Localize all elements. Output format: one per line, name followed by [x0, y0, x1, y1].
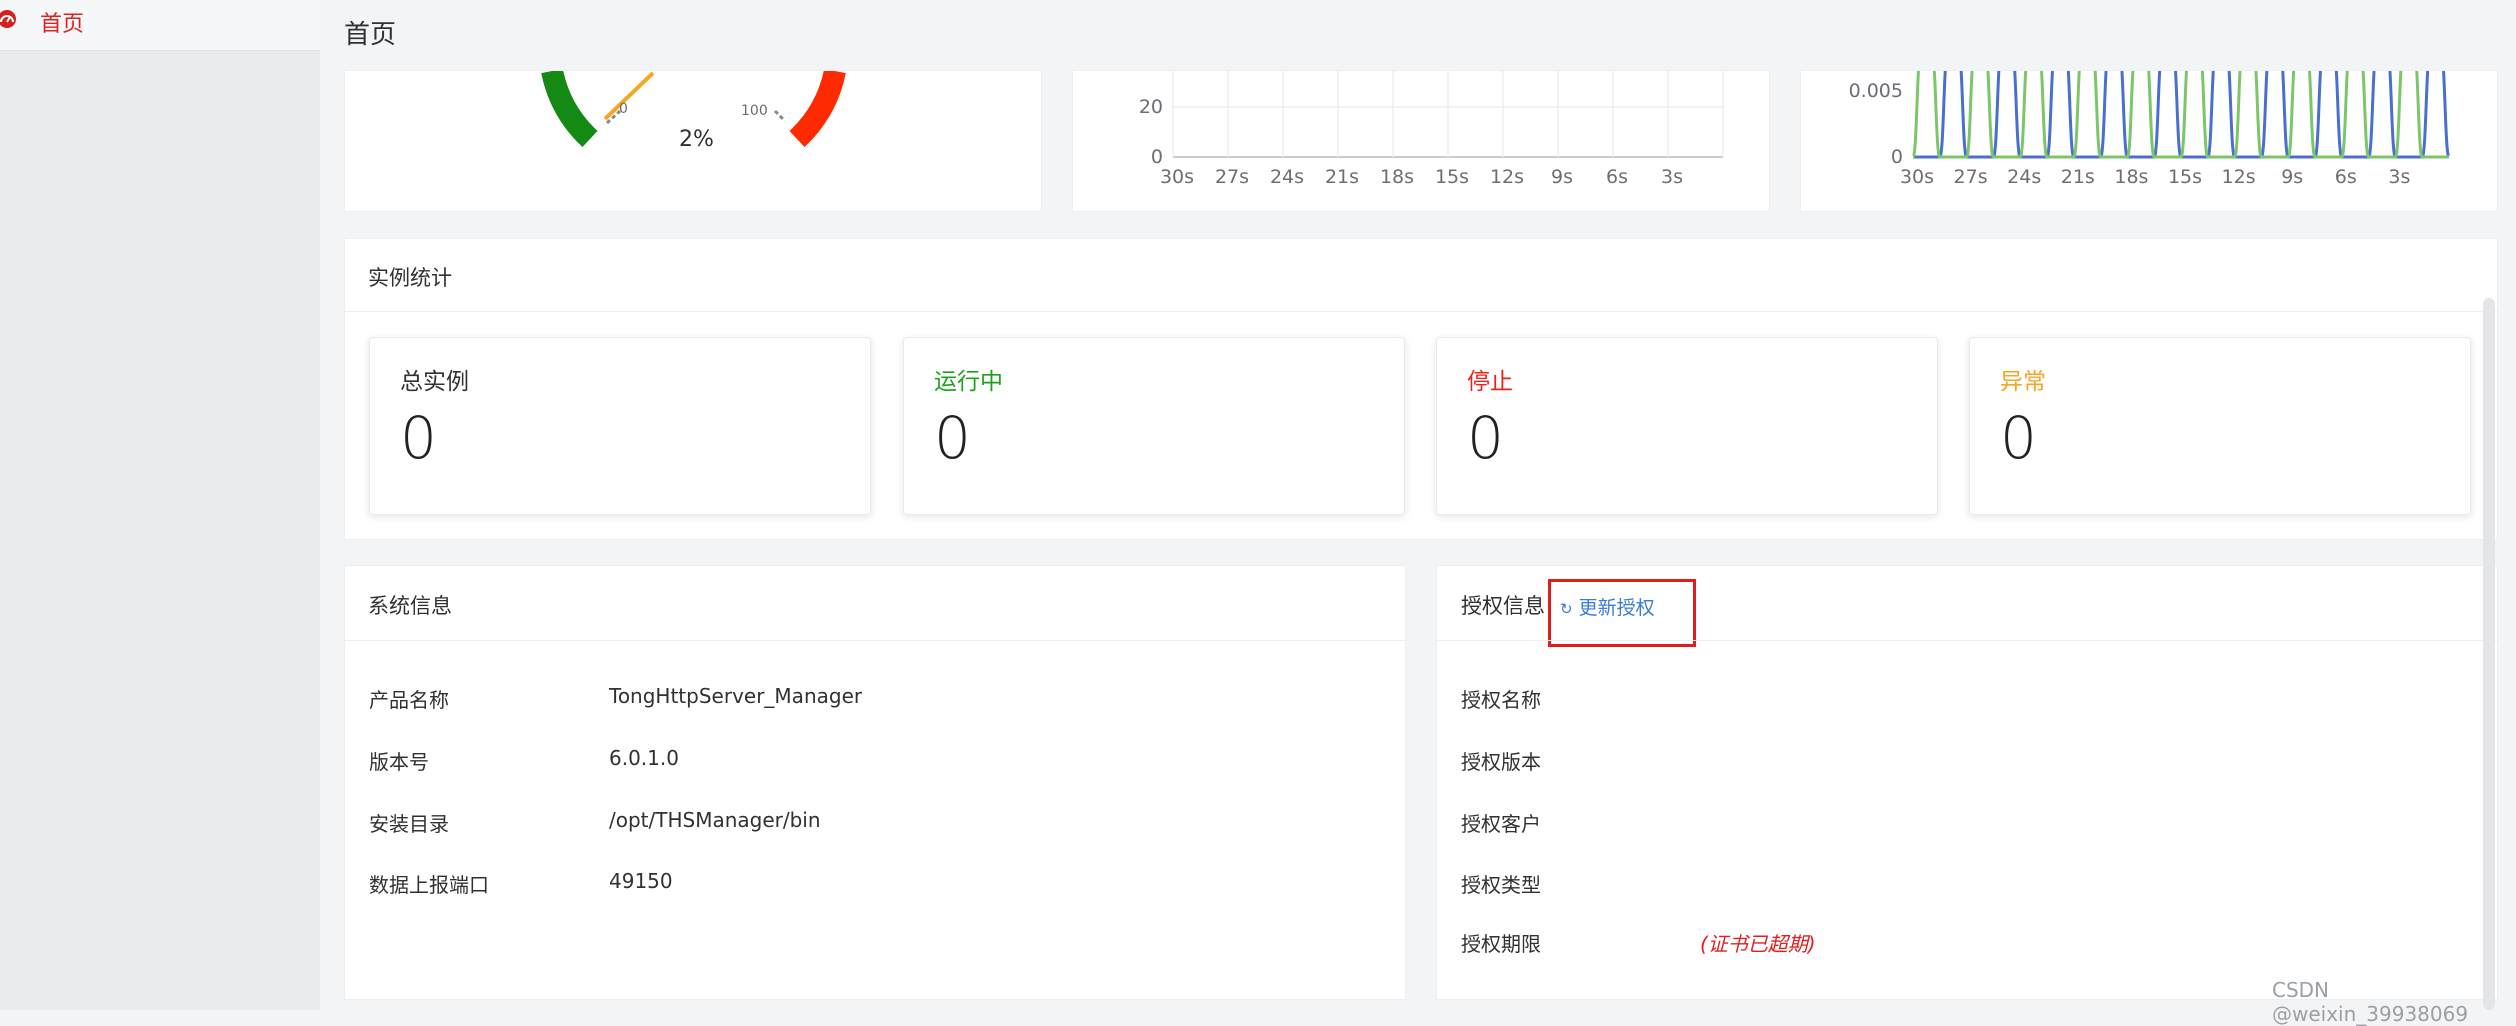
- info-value: 6.0.1.0: [609, 746, 679, 770]
- license-label: 授权客户: [1461, 812, 1541, 836]
- y-tick-label: 20: [1139, 96, 1163, 118]
- page-scrollbar[interactable]: [2483, 298, 2495, 1010]
- gauge-tick-max: [773, 109, 787, 123]
- divider: [1436, 640, 2498, 641]
- dashboard-icon: [0, 10, 16, 28]
- x-tick-label: 15s: [1435, 166, 1469, 188]
- stat-card-total[interactable]: 总实例 0: [369, 337, 871, 515]
- gauge-min-label: 0: [619, 101, 628, 117]
- license-label: 授权名称: [1461, 688, 1541, 712]
- license-label: 授权版本: [1461, 750, 1541, 774]
- x-tick-label: 30s: [1900, 166, 1934, 188]
- gauge-needle: [603, 71, 655, 121]
- x-tick-label: 3s: [2388, 166, 2410, 188]
- stat-value: 0: [934, 404, 971, 472]
- line-chart-1: 0 20 30s 27s 24s 21s 18s 15s 12s 9s 6s 3s: [1139, 71, 1724, 188]
- info-value: 49150: [609, 869, 673, 893]
- system-info-section: [344, 565, 1406, 1000]
- chart-card-2: 0 0.005 30s 27s 24s 21s 18s 15s 12s 9s 6s 3s: [1800, 70, 2498, 212]
- x-tick-label: 9s: [2281, 166, 2303, 188]
- annotation-highlight-box: [1548, 579, 1696, 647]
- stat-card-stopped[interactable]: 停止 0: [1436, 337, 1938, 515]
- license-info-title: 授权信息: [1461, 594, 1545, 618]
- stat-card-running[interactable]: 运行中 0: [903, 337, 1405, 515]
- series-line-1: [1911, 71, 2449, 159]
- x-tick-label: 21s: [2061, 166, 2095, 188]
- x-tick-label: 18s: [1380, 166, 1414, 188]
- x-tick-label: 6s: [2335, 166, 2357, 188]
- stat-value: 0: [1467, 404, 1504, 472]
- x-tick-label: 21s: [1325, 166, 1359, 188]
- stat-value: 0: [2000, 404, 2037, 472]
- y-tick-label: 0.005: [1849, 80, 1903, 102]
- y-tick-label: 0: [1151, 146, 1163, 168]
- y-tick-label: 0: [1891, 146, 1903, 168]
- license-expired-value: (证书已超期): [1700, 932, 1816, 956]
- watermark: CSDN @weixin_39938069: [2272, 978, 2469, 1026]
- info-value: TongHttpServer_Manager: [609, 684, 863, 708]
- page-title: 首页: [344, 20, 397, 50]
- system-info-title: 系统信息: [368, 594, 452, 618]
- info-value: /opt/THSManager/bin: [609, 808, 821, 832]
- divider: [344, 311, 2498, 312]
- series-line-0: [1913, 71, 2451, 159]
- stat-value: 0: [400, 404, 437, 472]
- info-label: 产品名称: [369, 688, 449, 712]
- instance-stats-title: 实例统计: [368, 266, 452, 290]
- info-label: 数据上报端口: [369, 873, 489, 897]
- x-tick-label: 27s: [1954, 166, 1988, 188]
- cpu-gauge-card: 0 100 2%: [344, 70, 1042, 212]
- info-label: 安装目录: [369, 812, 449, 836]
- x-tick-label: 12s: [2222, 166, 2256, 188]
- stat-label: 异常: [2000, 369, 2046, 395]
- sidebar-item-label: 首页: [40, 12, 85, 37]
- info-label: 版本号: [369, 750, 429, 774]
- sidebar: 首页: [0, 0, 320, 1010]
- license-label: 授权类型: [1461, 873, 1541, 897]
- x-tick-label: 24s: [1270, 166, 1304, 188]
- x-tick-label: 3s: [1661, 166, 1683, 188]
- x-tick-label: 15s: [2168, 166, 2202, 188]
- x-tick-label: 24s: [2007, 166, 2041, 188]
- gauge-max-label: 100: [741, 103, 768, 119]
- divider: [344, 640, 1406, 641]
- x-tick-label: 12s: [1490, 166, 1524, 188]
- gauge-arc-high: [789, 71, 846, 148]
- stat-card-abnormal[interactable]: 异常 0: [1969, 337, 2471, 515]
- gauge-value: 2%: [679, 127, 714, 152]
- x-tick-label: 18s: [2114, 166, 2148, 188]
- x-tick-label: 6s: [1606, 166, 1628, 188]
- gauge-arc-low: [541, 71, 598, 148]
- stat-label: 运行中: [934, 369, 1003, 395]
- x-tick-label: 9s: [1551, 166, 1573, 188]
- chart-card-1: 0 20 30s 27s 24s 21s 18s 15s 12s 9s 6s 3s: [1072, 70, 1770, 212]
- stat-label: 总实例: [400, 369, 469, 395]
- x-tick-label: 27s: [1215, 166, 1249, 188]
- sidebar-item-home[interactable]: 首页: [0, 0, 320, 51]
- line-chart-2: 0 0.005 30s 27s 24s 21s 18s 15s 12s 9s 6s 3s: [1849, 71, 2451, 188]
- stat-label: 停止: [1467, 369, 1513, 395]
- license-label: 授权期限: [1461, 932, 1541, 956]
- x-tick-label: 30s: [1160, 166, 1194, 188]
